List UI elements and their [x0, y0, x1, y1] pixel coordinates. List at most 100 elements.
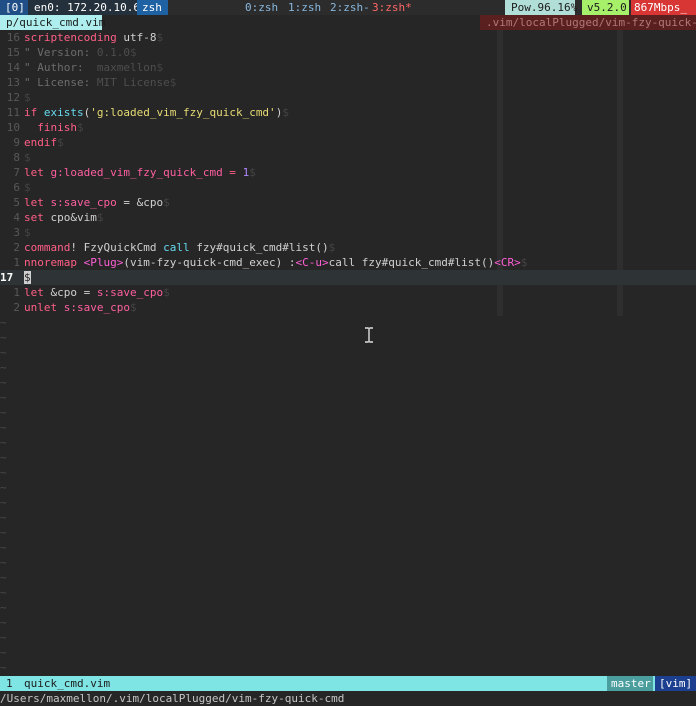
code-line[interactable]: 4 set cpo&vim$ — [0, 210, 696, 225]
tmux-window-1[interactable]: 1:zsh — [288, 0, 321, 15]
code-line[interactable]: 6 $ — [0, 180, 696, 195]
tilde-marker: ~ — [0, 421, 7, 434]
block-cursor: $ — [24, 271, 31, 284]
code-line[interactable]: 2 unlet s:save_cpo$ — [0, 300, 696, 315]
tmux-session[interactable]: [0] — [0, 0, 28, 15]
code-line[interactable]: 13 " License: MIT License$ — [0, 75, 696, 90]
tilde-marker: ~ — [0, 361, 7, 374]
code-token: (vim-fzy-quick-cmd_exec) : — [123, 256, 296, 269]
line-number: 16 — [6, 31, 20, 44]
code-line[interactable]: 12 $ — [0, 90, 696, 105]
code-token: exists — [43, 106, 84, 119]
line-text: $ — [24, 180, 31, 195]
tmux-window-0[interactable]: 0:zsh — [245, 0, 278, 15]
code-token: if — [24, 106, 44, 119]
code-line[interactable]: 10 finish$ — [0, 120, 696, 135]
tilde-marker: ~ — [0, 586, 7, 599]
code-token: call fzy#quick_cmd#list() — [328, 256, 495, 269]
code-token: maxmellon — [96, 61, 157, 74]
empty-buffer-line: ~ — [0, 600, 696, 615]
tmux-window-3-active[interactable]: 3:zsh* — [372, 0, 412, 15]
code-line[interactable]: 9 endif$ — [0, 135, 696, 150]
tilde-marker: ~ — [0, 601, 7, 614]
line-text: $ — [24, 90, 31, 105]
empty-buffer-line: ~ — [0, 555, 696, 570]
tilde-marker: ~ — [0, 376, 7, 389]
empty-buffer-line: ~ — [0, 315, 696, 330]
eol-marker: $ — [129, 46, 137, 59]
line-number: 12 — [6, 91, 20, 104]
code-token: nnoremap — [24, 256, 84, 269]
code-line[interactable]: 3 $ — [0, 225, 696, 240]
code-token: 0.1.0 — [96, 46, 130, 59]
code-line[interactable]: 16 scriptencoding utf-8$ — [0, 30, 696, 45]
code-line[interactable]: 14 " Author: maxmellon$ — [0, 60, 696, 75]
tilde-marker: ~ — [0, 556, 7, 569]
vim-statusline: 1 quick_cmd.vim master [vim] — [0, 676, 696, 691]
code-token: endif — [24, 136, 58, 149]
code-line[interactable]: 8 $ — [0, 150, 696, 165]
tmux-current-command: zsh — [137, 0, 168, 15]
code-line[interactable]: 1 nnoremap <Plug>(vim-fzy-quick-cmd_exec)… — [0, 255, 696, 270]
empty-buffer-line: ~ — [0, 405, 696, 420]
empty-buffer-line: ~ — [0, 525, 696, 540]
eol-marker: $ — [163, 286, 170, 299]
tilde-marker: ~ — [0, 616, 7, 629]
code-token: " Version: — [24, 46, 97, 59]
line-number: 13 — [6, 76, 20, 89]
vim-command-line[interactable]: /Users/maxmellon/.vim/localPlugged/vim-f… — [0, 691, 696, 706]
version-status: v5.2.0 — [582, 0, 629, 15]
line-text: finish$ — [24, 120, 83, 135]
code-token: utf-8 — [123, 31, 157, 44]
code-line[interactable]: 15 " Version: 0.1.0$ — [0, 45, 696, 60]
code-token: 'g:loaded_vim_fzy_quick_cmd' — [90, 106, 276, 119]
tilde-marker: ~ — [0, 496, 7, 509]
tilde-marker: ~ — [0, 451, 7, 464]
code-line[interactable]: 5 let s:save_cpo = &cpo$ — [0, 195, 696, 210]
empty-buffer-line: ~ — [0, 375, 696, 390]
code-token: s:save_cpo — [96, 286, 164, 299]
filetype: [vim] — [655, 676, 696, 691]
network-status: 867Mbps_ — [631, 0, 696, 15]
line-number: 4 — [13, 211, 20, 224]
code-line[interactable]: 7 let g:loaded_vim_fzy_quick_cmd = 1$ — [0, 165, 696, 180]
code-line[interactable]: 1 let &cpo = s:save_cpo$ — [0, 285, 696, 300]
code-token: let — [24, 166, 51, 179]
code-token: s:save_cpo — [63, 301, 130, 314]
eol-marker: $ — [156, 61, 164, 74]
code-line[interactable]: 11 if exists('g:loaded_vim_fzy_quick_cmd'… — [0, 105, 696, 120]
line-text: let &cpo = s:save_cpo$ — [24, 285, 170, 300]
vim-tab-file[interactable]: p/quick_cmd.vim — [0, 15, 105, 30]
code-token: <CR> — [494, 256, 521, 269]
code-token: scriptencoding — [24, 31, 124, 44]
empty-buffer-line: ~ — [0, 570, 696, 585]
line-text: " License: MIT License$ — [24, 75, 176, 90]
eol-marker: $ — [96, 211, 104, 224]
editor-buffer[interactable]: 16 scriptencoding utf-8 $ 15 " Version: 0.1.… — [0, 30, 696, 675]
line-text: command! FzyQuickCmd call fzy#quick_cmd#… — [24, 240, 335, 255]
code-token: MIT License — [96, 76, 170, 89]
empty-buffer-line: ~ — [0, 345, 696, 360]
empty-buffer-line: ~ — [0, 540, 696, 555]
tilde-marker: ~ — [0, 481, 7, 494]
tmux-window-2[interactable]: 2:zsh- — [330, 0, 370, 15]
line-number: 17 — [0, 271, 14, 284]
line-number: 7 — [13, 166, 20, 179]
code-token: let — [24, 196, 51, 209]
code-line[interactable]: 2 command! FzyQuickCmd call fzy#quick_cmd… — [0, 240, 696, 255]
tilde-marker: ~ — [0, 661, 7, 674]
git-branch: master — [607, 676, 653, 691]
code-token: s:save_cpo — [50, 196, 117, 209]
tilde-marker: ~ — [0, 631, 7, 644]
eol-marker: $ — [24, 226, 31, 239]
code-token: command — [24, 241, 71, 254]
eol-marker: $ — [282, 106, 289, 119]
text-cursor-ibeam-icon — [364, 327, 374, 343]
tilde-marker: ~ — [0, 406, 7, 419]
code-token: <C-u> — [295, 256, 329, 269]
tilde-marker: ~ — [0, 526, 7, 539]
eol-marker: $ — [328, 241, 336, 254]
code-line-current[interactable]: 17 $ — [0, 270, 696, 285]
code-token: ! FzyQuickCmd — [70, 241, 164, 254]
line-number: 2 — [13, 241, 20, 254]
